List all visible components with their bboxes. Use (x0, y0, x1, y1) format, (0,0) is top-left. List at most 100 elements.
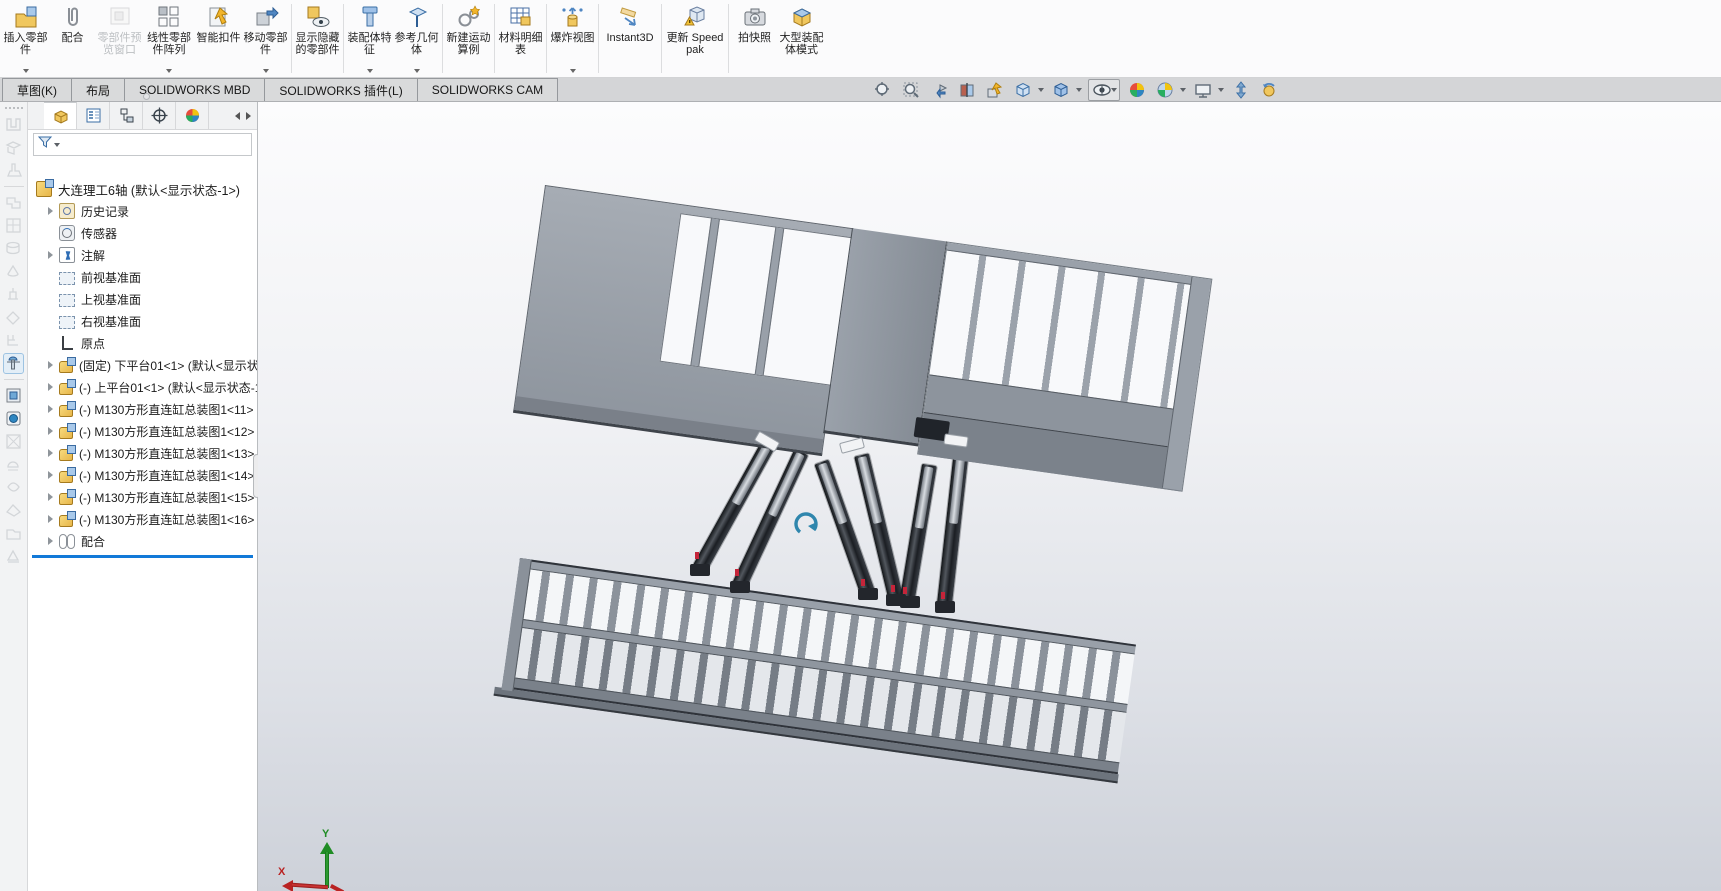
left-toolbar-icon-03[interactable] (4, 161, 23, 180)
instant3d-button[interactable]: Instant3D (601, 0, 659, 77)
expand-arrow[interactable] (48, 361, 53, 369)
dropdown-caret[interactable] (166, 69, 172, 73)
zoom-to-fit-icon[interactable] (872, 80, 894, 100)
left-toolbar-icon-02[interactable] (4, 138, 23, 157)
tab-dimxpertmanager[interactable] (143, 102, 176, 129)
show-hidden-components-button[interactable]: 显示隐藏的零部件 (294, 0, 341, 77)
tree-item-cylinder-11[interactable]: (-) M130方形直连缸总装图1<11> (28, 398, 257, 420)
tree-item-cylinder-14[interactable]: (-) M130方形直连缸总装图1<14> (28, 464, 257, 486)
apply-scene-icon[interactable] (1154, 80, 1176, 100)
left-toolbar-icon-04[interactable] (4, 193, 23, 212)
expand-arrow[interactable] (48, 493, 53, 501)
assembly-features-button[interactable]: 装配体特征 (346, 0, 393, 77)
left-toolbar-icon-09[interactable] (4, 308, 23, 327)
previous-view-icon[interactable] (928, 80, 950, 100)
bill-of-materials-button[interactable]: 材料明细表 (497, 0, 544, 77)
tree-item-lower-platform[interactable]: (固定) 下平台01<1> (默认<显示状态-1>) (28, 354, 257, 376)
hide-show-items-button[interactable] (1088, 79, 1120, 101)
left-toolbar-icon-01[interactable] (4, 115, 23, 134)
3d-drawing-views-icon[interactable] (1230, 80, 1252, 100)
edit-appearance-icon[interactable] (1126, 80, 1148, 100)
mate-button[interactable]: 配合 (49, 0, 96, 77)
left-toolbar-icon-11-active[interactable] (4, 354, 23, 373)
smart-fasteners-button[interactable]: 智能扣件 (195, 0, 242, 77)
expand-arrow[interactable] (48, 471, 53, 479)
tree-item-cylinder-16[interactable]: (-) M130方形直连缸总装图1<16> (28, 508, 257, 530)
large-assembly-mode-button[interactable]: 大型装配体模式 (778, 0, 825, 77)
expand-arrow[interactable] (48, 427, 53, 435)
tree-item-history[interactable]: 历史记录 (28, 200, 257, 222)
expand-arrow[interactable] (48, 383, 53, 391)
expand-arrow[interactable] (48, 537, 53, 545)
left-toolbar-icon-15[interactable] (4, 455, 23, 474)
left-toolbar-icon-14[interactable] (4, 432, 23, 451)
tree-item-cylinder-15[interactable]: (-) M130方形直连缸总装图1<15> (28, 486, 257, 508)
left-toolbar-icon-06[interactable] (4, 239, 23, 258)
left-toolbar-icon-12[interactable] (4, 386, 23, 405)
dropdown-caret[interactable] (414, 69, 420, 73)
dropdown-caret[interactable] (263, 69, 269, 73)
tab-sketch[interactable]: 草图(K) (2, 78, 72, 101)
tab-displaymanager[interactable] (176, 102, 209, 129)
filter-input[interactable] (63, 136, 248, 154)
filter-funnel-icon[interactable] (37, 134, 53, 155)
tab-solidworks-cam[interactable]: SOLIDWORKS CAM (417, 78, 558, 101)
tree-item-upper-platform[interactable]: (-) 上平台01<1> (默认<显示状态-1>) (28, 376, 257, 398)
view-orientation-icon[interactable] (1012, 80, 1034, 100)
tree-item-cylinder-12[interactable]: (-) M130方形直连缸总装图1<12> (28, 420, 257, 442)
reference-geometry-button[interactable]: 参考几何体 (393, 0, 440, 77)
expand-arrow[interactable] (48, 515, 53, 523)
tab-layout[interactable]: 布局 (71, 78, 125, 101)
hide-show-items-caret[interactable] (1111, 88, 1117, 92)
dropdown-caret[interactable] (570, 69, 576, 73)
dropdown-caret[interactable] (367, 69, 373, 73)
zoom-to-area-icon[interactable] (900, 80, 922, 100)
new-motion-study-button[interactable]: 新建运动算例 (445, 0, 492, 77)
tree-item-annotations[interactable]: 注解 (28, 244, 257, 266)
left-toolbar-icon-08[interactable] (4, 285, 23, 304)
tab-configurationmanager[interactable] (110, 102, 143, 129)
component-preview-window-button[interactable]: 零部件预览窗口 (96, 0, 143, 77)
left-toolbar-icon-13[interactable] (4, 409, 23, 428)
display-style-icon[interactable] (1050, 80, 1072, 100)
tree-item-sensors[interactable]: 传感器 (28, 222, 257, 244)
scroll-right-icon[interactable] (246, 112, 251, 120)
view-orientation-caret[interactable] (1038, 88, 1044, 92)
left-toolbar-icon-16[interactable] (4, 478, 23, 497)
tab-solidworks-addins[interactable]: SOLIDWORKS 插件(L) (264, 78, 417, 101)
tree-item-cylinder-13[interactable]: (-) M130方形直连缸总装图1<13> (28, 442, 257, 464)
rollback-bar[interactable] (32, 555, 253, 558)
display-style-caret[interactable] (1076, 88, 1082, 92)
left-toolbar-icon-10[interactable] (4, 331, 23, 350)
update-speedpak-button[interactable]: 更新 Speedpak (664, 0, 726, 77)
tree-item-top-plane[interactable]: 上视基准面 (28, 288, 257, 310)
expand-arrow[interactable] (48, 207, 53, 215)
left-toolbar-icon-05[interactable] (4, 216, 23, 235)
tree-item-assembly-root[interactable]: 大连理工6轴 (默认<显示状态-1>) (28, 178, 257, 200)
take-snapshot-button[interactable]: 拍快照 (731, 0, 778, 77)
dropdown-caret[interactable] (23, 69, 29, 73)
left-toolbar-icon-07[interactable] (4, 262, 23, 281)
toolbar-drag-grip[interactable] (4, 105, 24, 111)
left-toolbar-icon-19[interactable] (4, 547, 23, 566)
move-component-button[interactable]: 移动零部件 (242, 0, 289, 77)
insert-components-button[interactable]: 插入零部件 (2, 0, 49, 77)
tree-item-front-plane[interactable]: 前视基准面 (28, 266, 257, 288)
apply-scene-caret[interactable] (1180, 88, 1186, 92)
section-view-icon[interactable] (956, 80, 978, 100)
expand-arrow[interactable] (48, 405, 53, 413)
left-toolbar-icon-18[interactable] (4, 524, 23, 543)
exploded-view-button[interactable]: 爆炸视图 (549, 0, 596, 77)
tree-item-right-plane[interactable]: 右视基准面 (28, 310, 257, 332)
linear-component-pattern-button[interactable]: 线性零部件阵列 (143, 0, 195, 77)
dynamic-annotation-views-icon[interactable] (984, 80, 1006, 100)
tree-item-mates[interactable]: 配合 (28, 530, 257, 552)
expand-arrow[interactable] (48, 449, 53, 457)
tab-propertymanager[interactable] (77, 102, 110, 129)
filter-caret[interactable] (54, 143, 60, 147)
expand-arrow[interactable] (48, 251, 53, 259)
graphics-viewport[interactable]: Y X (258, 102, 1721, 891)
rotate-view-icon[interactable] (1258, 80, 1280, 100)
tree-item-origin[interactable]: 原点 (28, 332, 257, 354)
scroll-left-icon[interactable] (235, 112, 240, 120)
